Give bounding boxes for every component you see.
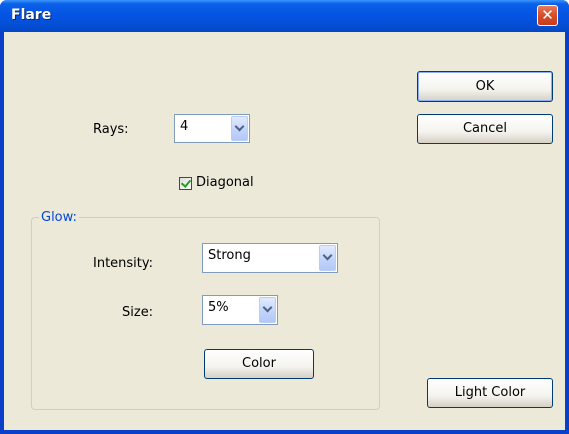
glow-legend: Glow: [39,210,79,225]
rays-value: 4 [180,119,189,134]
size-label: Size: [122,305,154,320]
chevron-down-icon[interactable] [231,116,248,141]
dialog-body: OK Cancel Rays: 4 Diagonal Glow: Intensi… [4,32,565,430]
ok-button[interactable]: OK [417,71,553,102]
light-color-button[interactable]: Light Color [427,378,553,408]
rays-label: Rays: [93,122,129,137]
title-bar[interactable]: Flare ✕ [0,0,569,32]
cancel-button[interactable]: Cancel [417,114,553,144]
color-button[interactable]: Color [204,349,314,379]
diagonal-checkbox[interactable] [179,177,192,190]
intensity-value: Strong [208,248,251,263]
diagonal-label[interactable]: Diagonal [196,175,254,190]
rays-dropdown[interactable]: 4 [174,114,250,143]
size-dropdown[interactable]: 5% [202,295,278,325]
dialog-window: Flare ✕ OK Cancel Rays: 4 Diagonal Glow:… [0,0,569,434]
intensity-label: Intensity: [93,256,154,271]
chevron-down-icon[interactable] [259,297,276,323]
checkmark-icon [180,177,192,188]
chevron-down-icon[interactable] [319,245,336,271]
window-title: Flare [11,7,52,23]
close-button[interactable]: ✕ [537,5,558,26]
size-value: 5% [208,300,229,315]
intensity-dropdown[interactable]: Strong [202,243,338,273]
close-icon: ✕ [541,6,554,24]
